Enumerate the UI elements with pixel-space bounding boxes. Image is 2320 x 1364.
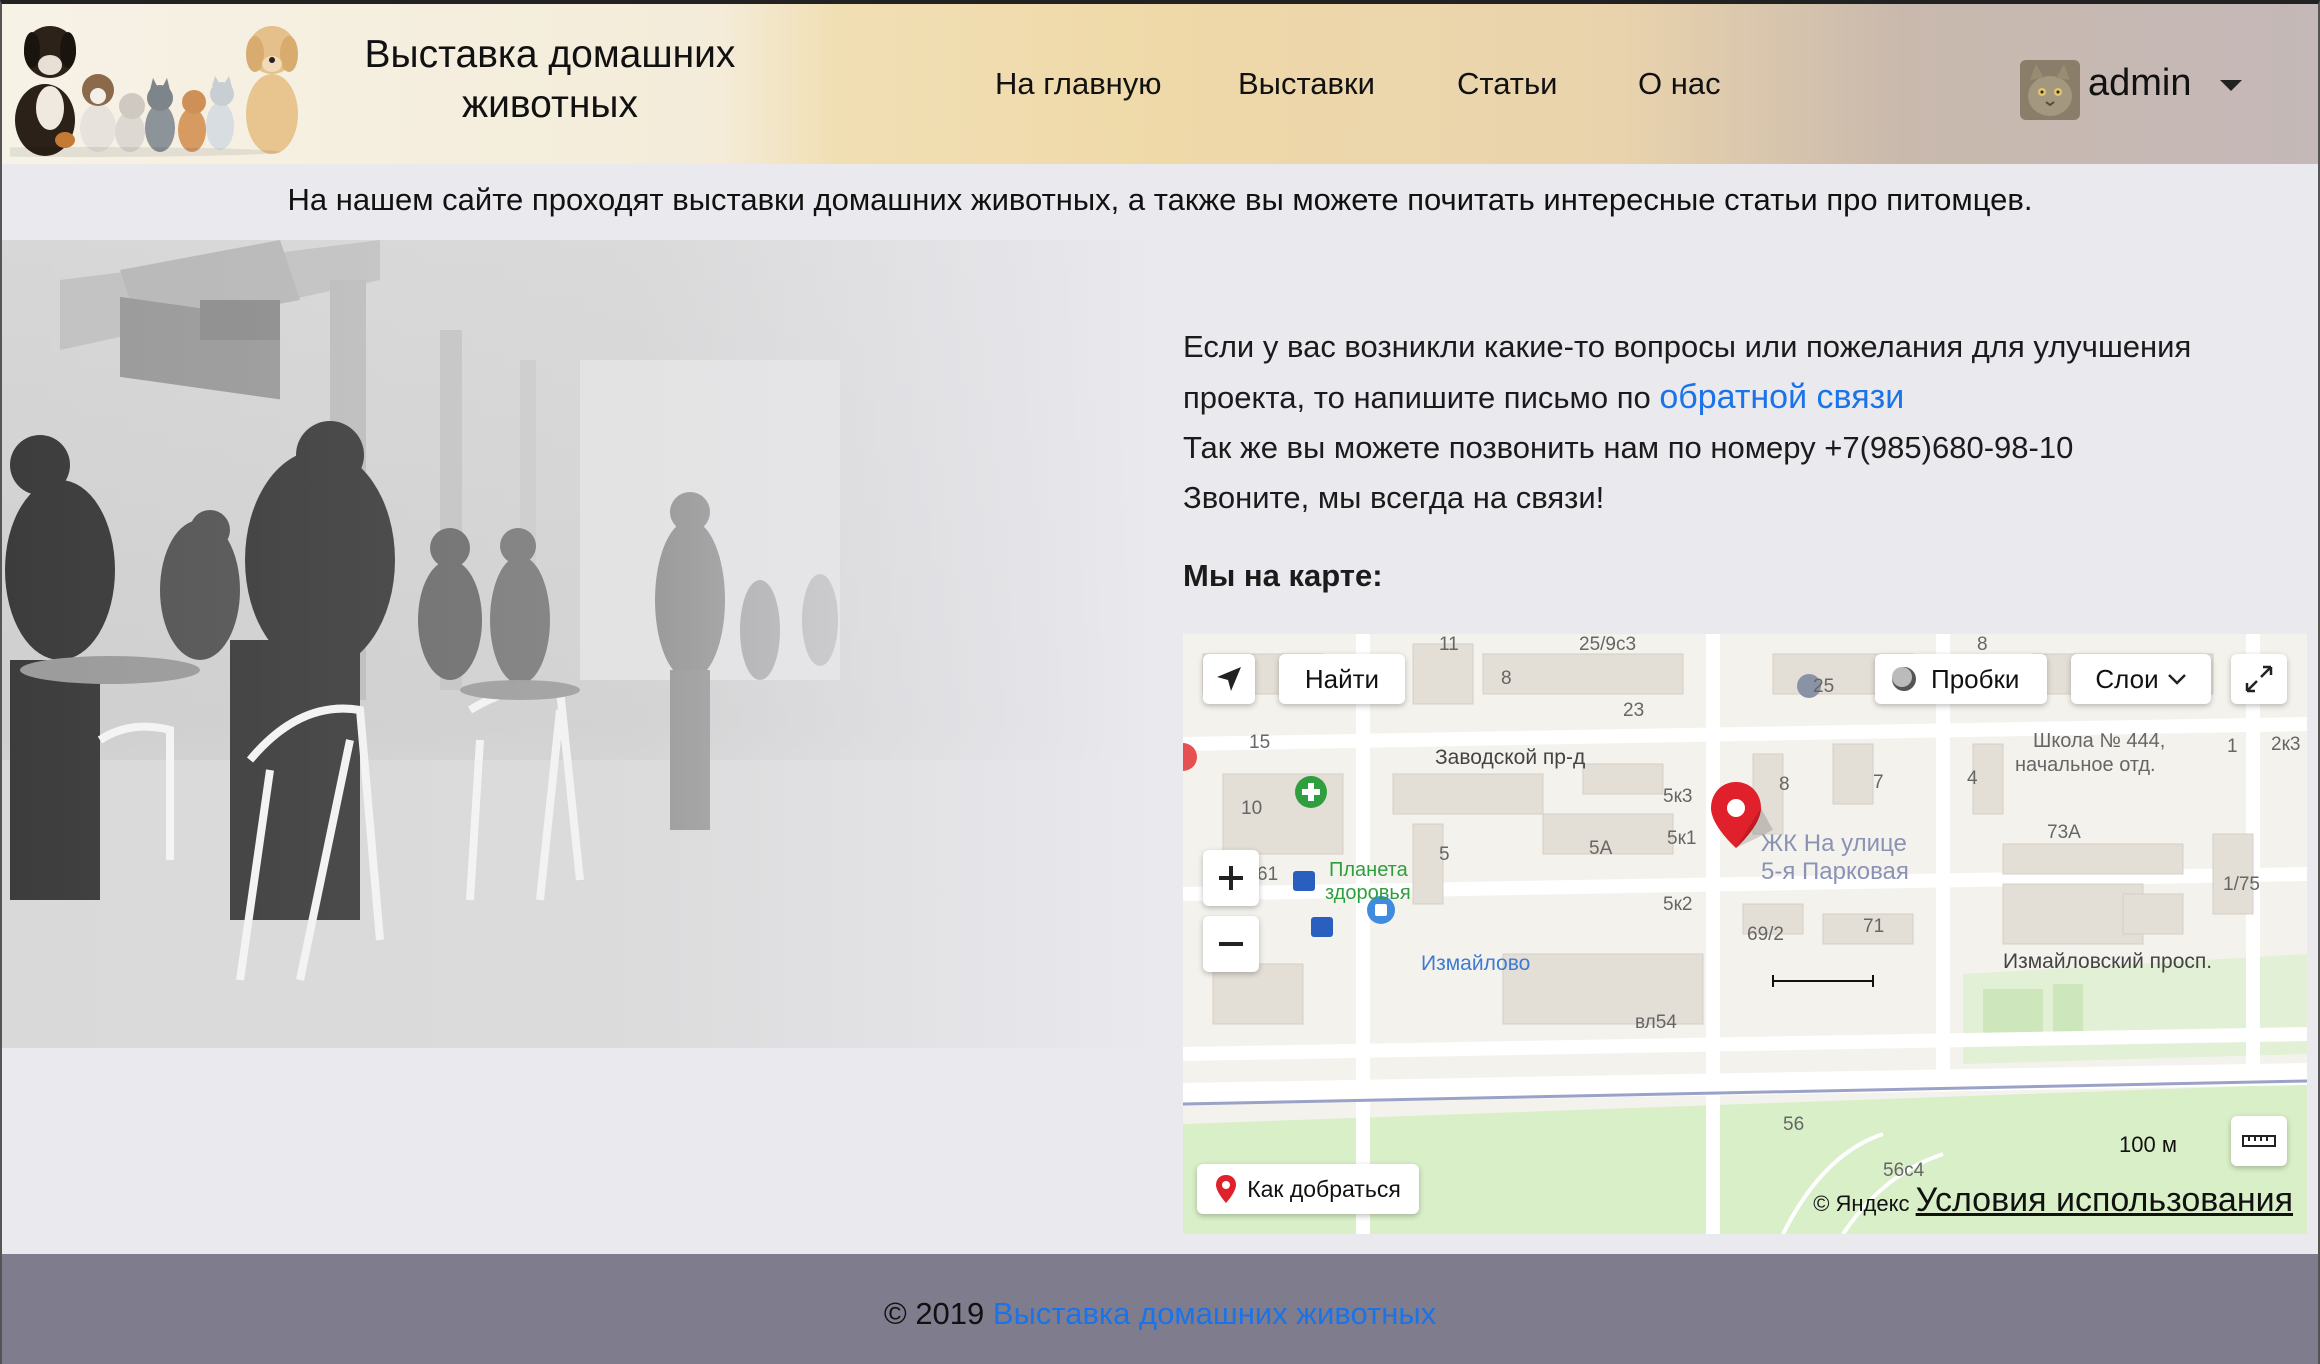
map-label-b5: 5 (1439, 844, 1450, 865)
contact-line2-text: проекта, то напишите письмо по (1183, 380, 1660, 415)
map-label-b56c4: 56с4 (1883, 1160, 1925, 1181)
map-label-b25: 25 (1813, 676, 1835, 697)
yandex-map[interactable]: M M Заводской пр-д Измайловский просп. Ш… (1183, 634, 2307, 1234)
map-label-b25-9: 25/9с3 (1579, 634, 1637, 655)
navigation-arrow-icon (1217, 667, 1241, 691)
nav-exhibitions[interactable]: Выставки (1238, 66, 1375, 102)
map-label-b23: 23 (1623, 700, 1645, 721)
intro-text: На нашем сайте проходят выставки домашни… (287, 182, 2033, 217)
map-label-pharmacy1: Планета (1329, 859, 1408, 881)
site-title[interactable]: Выставка домашних животных (340, 30, 760, 130)
map-label-b69-2: 69/2 (1747, 924, 1784, 945)
fullscreen-button[interactable] (2231, 654, 2287, 704)
ruler-button[interactable] (2231, 1116, 2287, 1166)
traffic-icon (1892, 667, 1916, 691)
ruler-icon (2242, 1135, 2276, 1147)
minus-icon (1219, 942, 1243, 946)
map-label-bvl54: вл54 (1635, 1012, 1677, 1033)
pets-logo-image[interactable] (0, 10, 305, 158)
map-label-b71: 71 (1863, 916, 1885, 937)
map-label-b1-75: 1/75 (2223, 874, 2260, 895)
map-label-b5k3: 5к3 (1663, 786, 1693, 807)
map-label-pharmacy2: здоровья (1325, 882, 1411, 904)
avatar (2020, 60, 2080, 120)
feedback-link[interactable]: обратной связи (1659, 378, 1904, 416)
nav-about[interactable]: О нас (1638, 66, 1721, 102)
map-label-b10: 10 (1241, 798, 1263, 819)
site-title-line1: Выставка домашних (364, 33, 736, 76)
footer-copyright-text: © 2019 (883, 1296, 993, 1331)
zoom-out-button[interactable] (1203, 916, 1259, 972)
map-label-b5k1: 5к1 (1667, 828, 1697, 849)
contact-info: Если у вас возникли какие-то вопросы или… (1183, 322, 2303, 523)
site-header: Выставка домашних животных На главную Вы… (0, 4, 2320, 164)
pin-icon (1216, 1175, 1237, 1203)
map-layers-label: Слои (2095, 663, 2159, 694)
map-heading: Мы на карте: (1183, 558, 1383, 593)
footer-site-link[interactable]: Выставка домашних животных (993, 1296, 1436, 1331)
map-label-school: Школа № 444, (2033, 730, 2166, 752)
map-copyright: © Яндекс (1813, 1191, 1910, 1216)
map-label-b8c: 8 (1779, 774, 1790, 795)
map-route-label: Как добраться (1247, 1175, 1401, 1202)
map-label-b61: 61 (1257, 864, 1279, 885)
zoom-in-button[interactable] (1203, 850, 1259, 906)
map-label-b7: 7 (1873, 772, 1884, 793)
map-label-b11: 11 (1439, 634, 1459, 655)
chevron-down-icon[interactable] (2220, 80, 2242, 91)
contact-line4: Звоните, мы всегда на связи! (1183, 480, 1605, 515)
map-label-station: Измайлово (1421, 952, 1531, 975)
map-label-b8a: 8 (1501, 668, 1512, 689)
map-attribution: © Яндекс Условия использования (1813, 1181, 2293, 1220)
map-layers-button[interactable]: Слои (2071, 654, 2211, 704)
geolocation-button[interactable] (1203, 654, 1255, 704)
contact-line2: проекта, то напишите письмо по обратной … (1183, 372, 2303, 423)
map-label-b1: 1 (2227, 736, 2238, 757)
map-label-complex2: 5-я Парковая (1761, 858, 1909, 885)
nav-home[interactable]: На главную (995, 66, 1162, 102)
contact-phone-line: Так же вы можете позвонить нам по номеру… (1183, 430, 2074, 465)
contact-line1: Если у вас возникли какие-то вопросы или… (1183, 329, 2192, 364)
map-scale-label: 100 м (2119, 1132, 2177, 1157)
map-traffic-button[interactable]: Пробки (1875, 654, 2047, 704)
map-label-b5a: 5А (1589, 838, 1613, 859)
map-label-b8b: 8 (1977, 634, 1988, 655)
map-traffic-label: Пробки (1931, 663, 2020, 694)
map-label-school2: начальное отд. (2015, 754, 2156, 776)
plus-icon (1219, 866, 1243, 890)
map-label-street2: Измайловский просп. (2003, 950, 2213, 973)
site-title-line2: животных (462, 83, 638, 126)
nav-articles[interactable]: Статьи (1457, 66, 1557, 102)
map-label-b73a: 73А (2047, 822, 2081, 843)
map-label-b5k2: 5к2 (1663, 894, 1693, 915)
map-route-button[interactable]: Как добраться (1197, 1164, 1419, 1214)
chevron-down-icon (2167, 674, 2186, 685)
map-label-street1: Заводской пр-д (1435, 746, 1586, 769)
map-label-b4: 4 (1967, 768, 1978, 789)
map-label-b2k3: 2к3 (2271, 734, 2301, 755)
username: admin (2088, 62, 2192, 104)
map-label-b56: 56 (1783, 1114, 1805, 1135)
footer-copyright: © 2019 Выставка домашних животных (0, 1296, 2320, 1332)
map-label-complex1: ЖК На улице (1761, 830, 1907, 857)
cafe-background-photo (0, 240, 1155, 1048)
expand-icon (2245, 665, 2273, 693)
map-find-button[interactable]: Найти (1279, 654, 1405, 704)
site-footer: © 2019 Выставка домашних животных (0, 1254, 2320, 1364)
map-terms-link[interactable]: Условия использования (1916, 1181, 2293, 1219)
map-label-b15: 15 (1249, 732, 1271, 753)
